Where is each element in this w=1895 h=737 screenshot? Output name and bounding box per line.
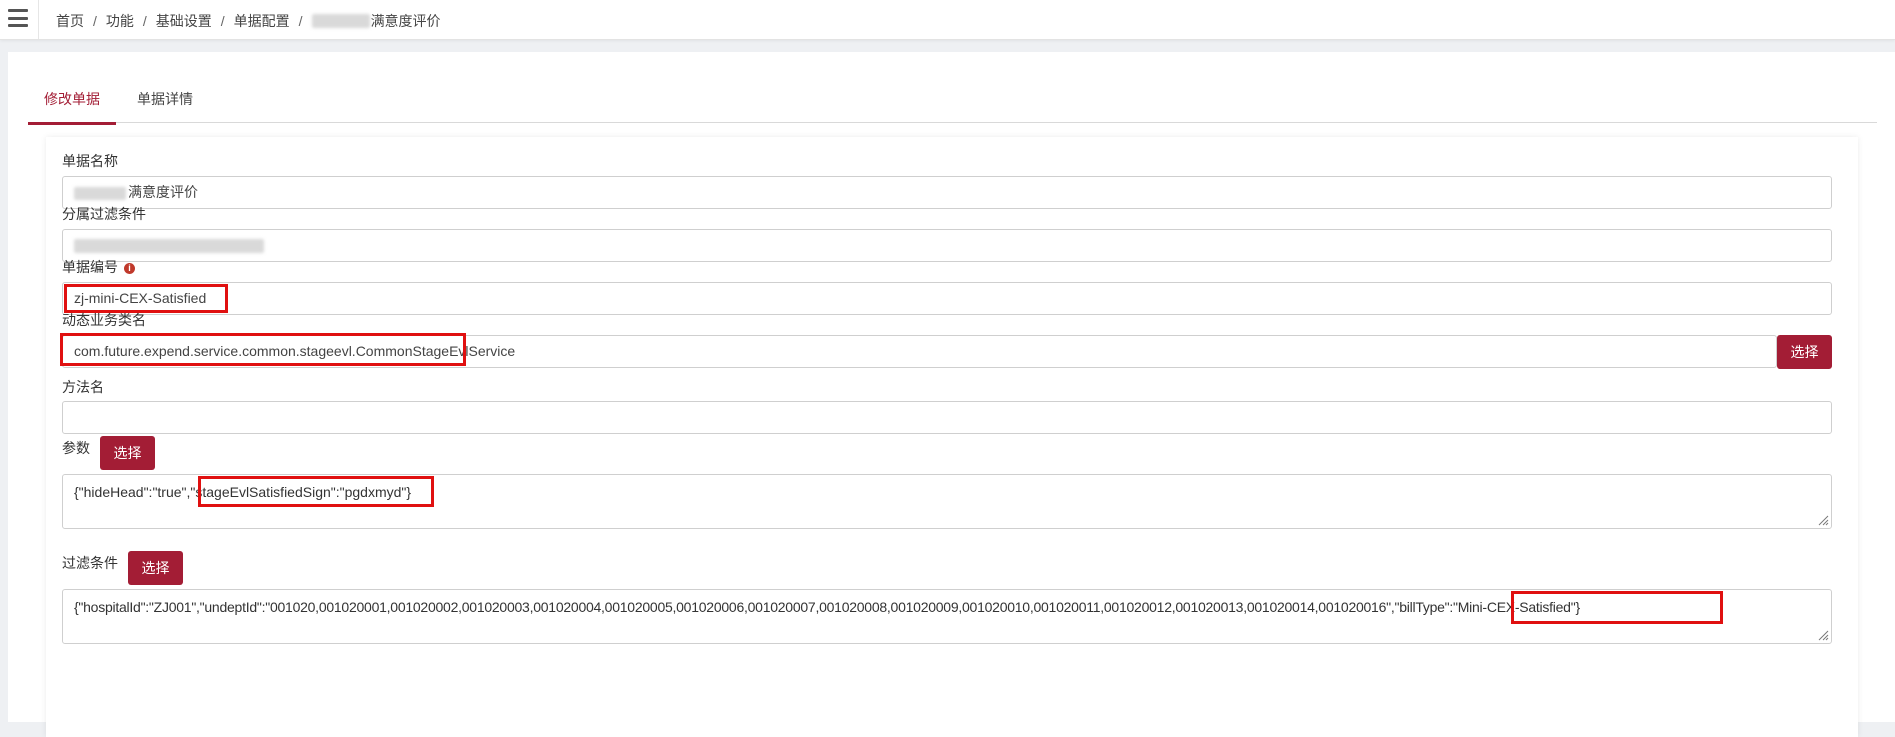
params-textarea[interactable]: {"hideHead":"true","stageEvlSatisfiedSig… <box>62 474 1832 529</box>
method-name-input[interactable] <box>62 401 1832 434</box>
tab-bill-details[interactable]: 单据详情 <box>134 82 196 122</box>
service-class-input[interactable]: com.future.expend.service.common.stageev… <box>62 335 1777 368</box>
tab-bar: 修改单据 单据详情 <box>28 82 1877 125</box>
resize-grip-icon[interactable] <box>1817 514 1829 526</box>
filter-condition-textarea[interactable]: {"hospitalId":"ZJ001","undeptId":"001020… <box>62 589 1832 644</box>
breadcrumb-current: 满意度评价 <box>370 13 441 29</box>
resize-grip-icon[interactable] <box>1817 629 1829 641</box>
bill-name-label: 单据名称 <box>62 153 118 169</box>
breadcrumb-function[interactable]: 功能 <box>106 11 134 31</box>
breadcrumb: 首页 / 功能 / 基础设置 / 单据配置 / 满意度评价 <box>56 11 441 31</box>
breadcrumb-home[interactable]: 首页 <box>56 11 84 31</box>
params-label: 参数 <box>62 440 90 456</box>
form-card: 单据名称 满意度评价 分属过滤条件 单据编号 i zj-mini-CEX-Sati… <box>46 137 1858 737</box>
main-panel: 修改单据 单据详情 单据名称 满意度评价 分属过滤条件 单据编号 i zj-min… <box>8 52 1895 737</box>
select-filter-button[interactable]: 选择 <box>128 551 183 585</box>
filter-subcondition-input[interactable] <box>62 229 1832 262</box>
breadcrumb-bill-config[interactable]: 单据配置 <box>234 11 290 31</box>
redacted-text <box>74 186 126 200</box>
select-params-button[interactable]: 选择 <box>100 436 155 470</box>
method-name-label: 方法名 <box>62 379 104 395</box>
filter-subcondition-label: 分属过滤条件 <box>62 206 146 222</box>
top-bar: 首页 / 功能 / 基础设置 / 单据配置 / 满意度评价 <box>0 0 1895 40</box>
select-service-class-button[interactable]: 选择 <box>1777 335 1832 369</box>
redacted-text <box>74 239 264 254</box>
breadcrumb-basic-settings[interactable]: 基础设置 <box>156 11 212 31</box>
info-icon[interactable]: i <box>124 263 135 274</box>
topbar-divider <box>38 0 39 39</box>
menu-toggle-icon[interactable] <box>8 9 28 27</box>
service-class-label: 动态业务类名 <box>62 312 146 328</box>
filter-condition-label: 过滤条件 <box>62 555 118 571</box>
tab-edit-bill[interactable]: 修改单据 <box>28 82 116 125</box>
bill-code-input[interactable]: zj-mini-CEX-Satisfied <box>62 282 1832 315</box>
bill-code-label: 单据编号 i <box>62 257 135 277</box>
bill-name-input[interactable]: 满意度评价 <box>62 176 1832 209</box>
redacted-text <box>311 14 370 28</box>
